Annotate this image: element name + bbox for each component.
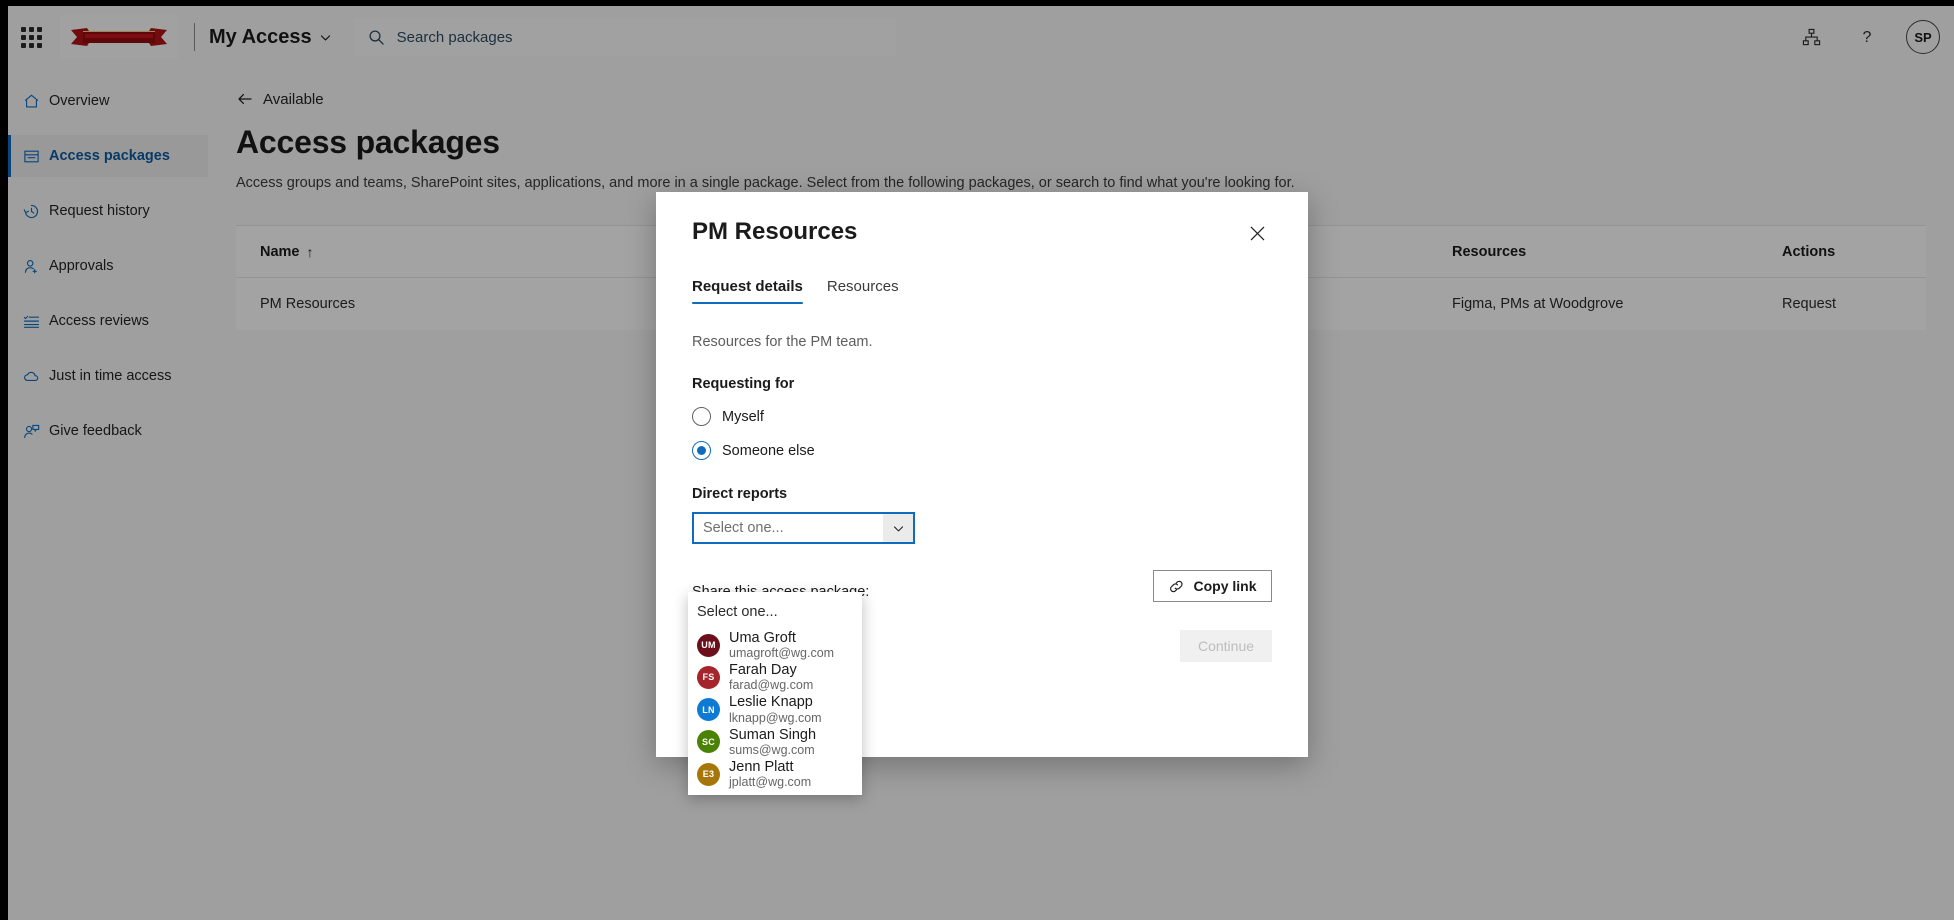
person-info: Suman Singh sums@wg.com [729, 727, 816, 757]
continue-button[interactable]: Continue [1180, 630, 1272, 662]
copy-link-button[interactable]: Copy link [1153, 570, 1272, 602]
requesting-for-label: Requesting for [692, 376, 1272, 392]
radio-myself-indicator [692, 407, 711, 426]
dialog-title: PM Resources [692, 218, 857, 246]
avatar: LN [697, 698, 720, 721]
person-info: Uma Groft umagroft@wg.com [729, 630, 834, 660]
person-email: lknapp@wg.com [729, 711, 822, 725]
radio-someone-else-label: Someone else [722, 443, 815, 459]
chevron-down-icon[interactable] [883, 514, 913, 542]
person-name: Uma Groft [729, 630, 834, 646]
radio-someone-else[interactable]: Someone else [692, 441, 1272, 460]
person-name: Jenn Platt [729, 759, 811, 775]
person-email: sums@wg.com [729, 743, 816, 757]
avatar-initials: E3 [703, 769, 714, 779]
dropdown-option-person[interactable]: SC Suman Singh sums@wg.com [688, 726, 862, 758]
person-info: Leslie Knapp lknapp@wg.com [729, 694, 822, 724]
radio-myself-label: Myself [722, 409, 764, 425]
direct-reports-select[interactable]: Select one... [692, 512, 915, 544]
person-name: Suman Singh [729, 727, 816, 743]
person-name: Leslie Knapp [729, 694, 822, 710]
avatar: E3 [697, 763, 720, 786]
package-description: Resources for the PM team. [692, 334, 1272, 350]
close-icon[interactable] [1242, 218, 1272, 248]
person-name: Farah Day [729, 662, 813, 678]
continue-label: Continue [1198, 638, 1254, 654]
avatar-initials: UM [701, 640, 715, 650]
avatar: UM [697, 634, 720, 657]
dialog-header: PM Resources [692, 192, 1272, 248]
avatar-initials: LN [702, 705, 714, 715]
copy-link-label: Copy link [1193, 578, 1256, 594]
radio-myself[interactable]: Myself [692, 407, 1272, 426]
dialog-tabs: Request details Resources [692, 278, 1272, 304]
person-email: farad@wg.com [729, 678, 813, 692]
dropdown-option-person[interactable]: UM Uma Groft umagroft@wg.com [688, 629, 862, 661]
dropdown-option-person[interactable]: E3 Jenn Platt jplatt@wg.com [688, 758, 862, 790]
tab-request-details[interactable]: Request details [692, 278, 803, 304]
radio-someone-else-indicator [692, 441, 711, 460]
tab-resources[interactable]: Resources [827, 278, 899, 304]
link-chain-icon [1168, 579, 1185, 594]
avatar: FS [697, 666, 720, 689]
dropdown-option-person[interactable]: FS Farah Day farad@wg.com [688, 661, 862, 693]
person-email: umagroft@wg.com [729, 646, 834, 660]
direct-reports-value: Select one... [694, 520, 883, 536]
avatar-initials: SC [702, 737, 715, 747]
avatar: SC [697, 730, 720, 753]
direct-reports-dropdown: Select one... UM Uma Groft umagroft@wg.c… [688, 592, 862, 795]
person-email: jplatt@wg.com [729, 775, 811, 789]
person-info: Farah Day farad@wg.com [729, 662, 813, 692]
direct-reports-label: Direct reports [692, 486, 1272, 502]
avatar-initials: FS [703, 672, 715, 682]
app-window: My Access Search packages [8, 6, 1954, 920]
dropdown-option-select-one[interactable]: Select one... [688, 598, 862, 629]
person-info: Jenn Platt jplatt@wg.com [729, 759, 811, 789]
dropdown-option-person[interactable]: LN Leslie Knapp lknapp@wg.com [688, 693, 862, 725]
